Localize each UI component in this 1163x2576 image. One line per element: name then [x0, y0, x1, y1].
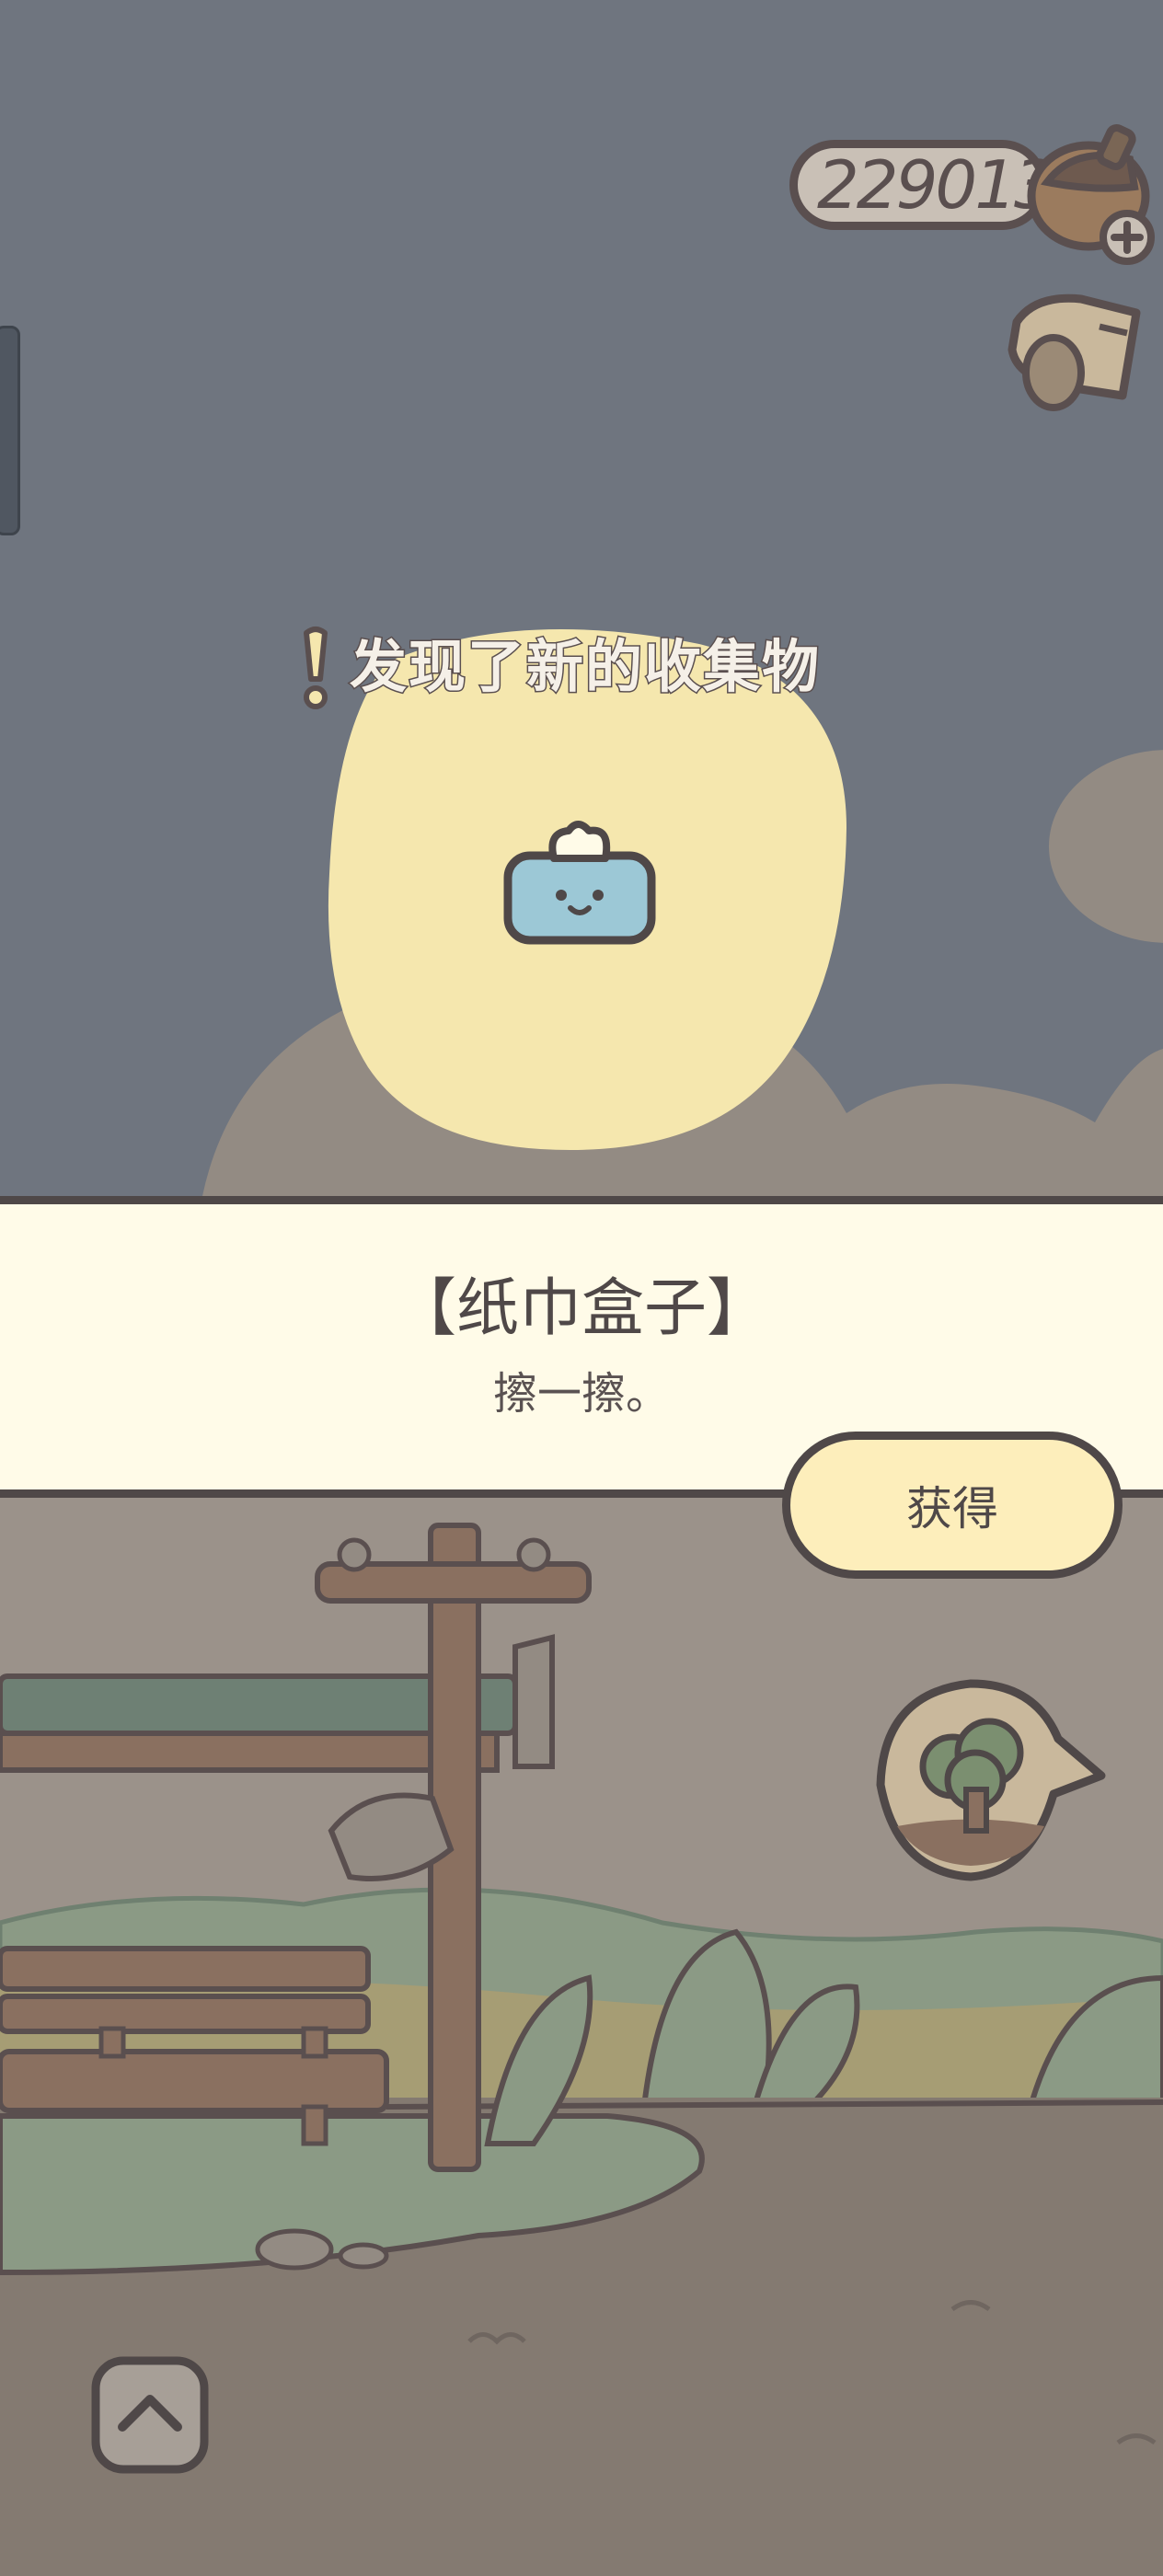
- map-bubble-button[interactable]: [869, 1674, 1109, 1886]
- chevron-up-icon: [91, 2356, 209, 2474]
- plus-icon: [1100, 210, 1155, 265]
- obtain-button[interactable]: 获得: [782, 1432, 1123, 1579]
- currency-amount: 229013: [817, 146, 1056, 224]
- item-name: 【纸巾盒子】: [393, 1272, 769, 1345]
- tissue-box-icon: [503, 821, 656, 945]
- add-currency-button[interactable]: [1019, 118, 1157, 265]
- item-description: 擦一擦。: [492, 1368, 670, 1420]
- tree-icon: [876, 1679, 1106, 1881]
- game-screen: 229013 发现了新的收集物 【纸巾盒子】 擦一擦。 获得: [0, 0, 1163, 2576]
- exclamation-icon: [293, 626, 339, 713]
- scroll-up-button[interactable]: [90, 2355, 210, 2475]
- mailbox-icon: [1008, 293, 1141, 411]
- mailbox-button[interactable]: [998, 285, 1146, 423]
- acorn-icon: [1027, 124, 1155, 265]
- side-drawer-handle[interactable]: [0, 326, 20, 535]
- discovery-title: 发现了新的收集物: [348, 632, 822, 702]
